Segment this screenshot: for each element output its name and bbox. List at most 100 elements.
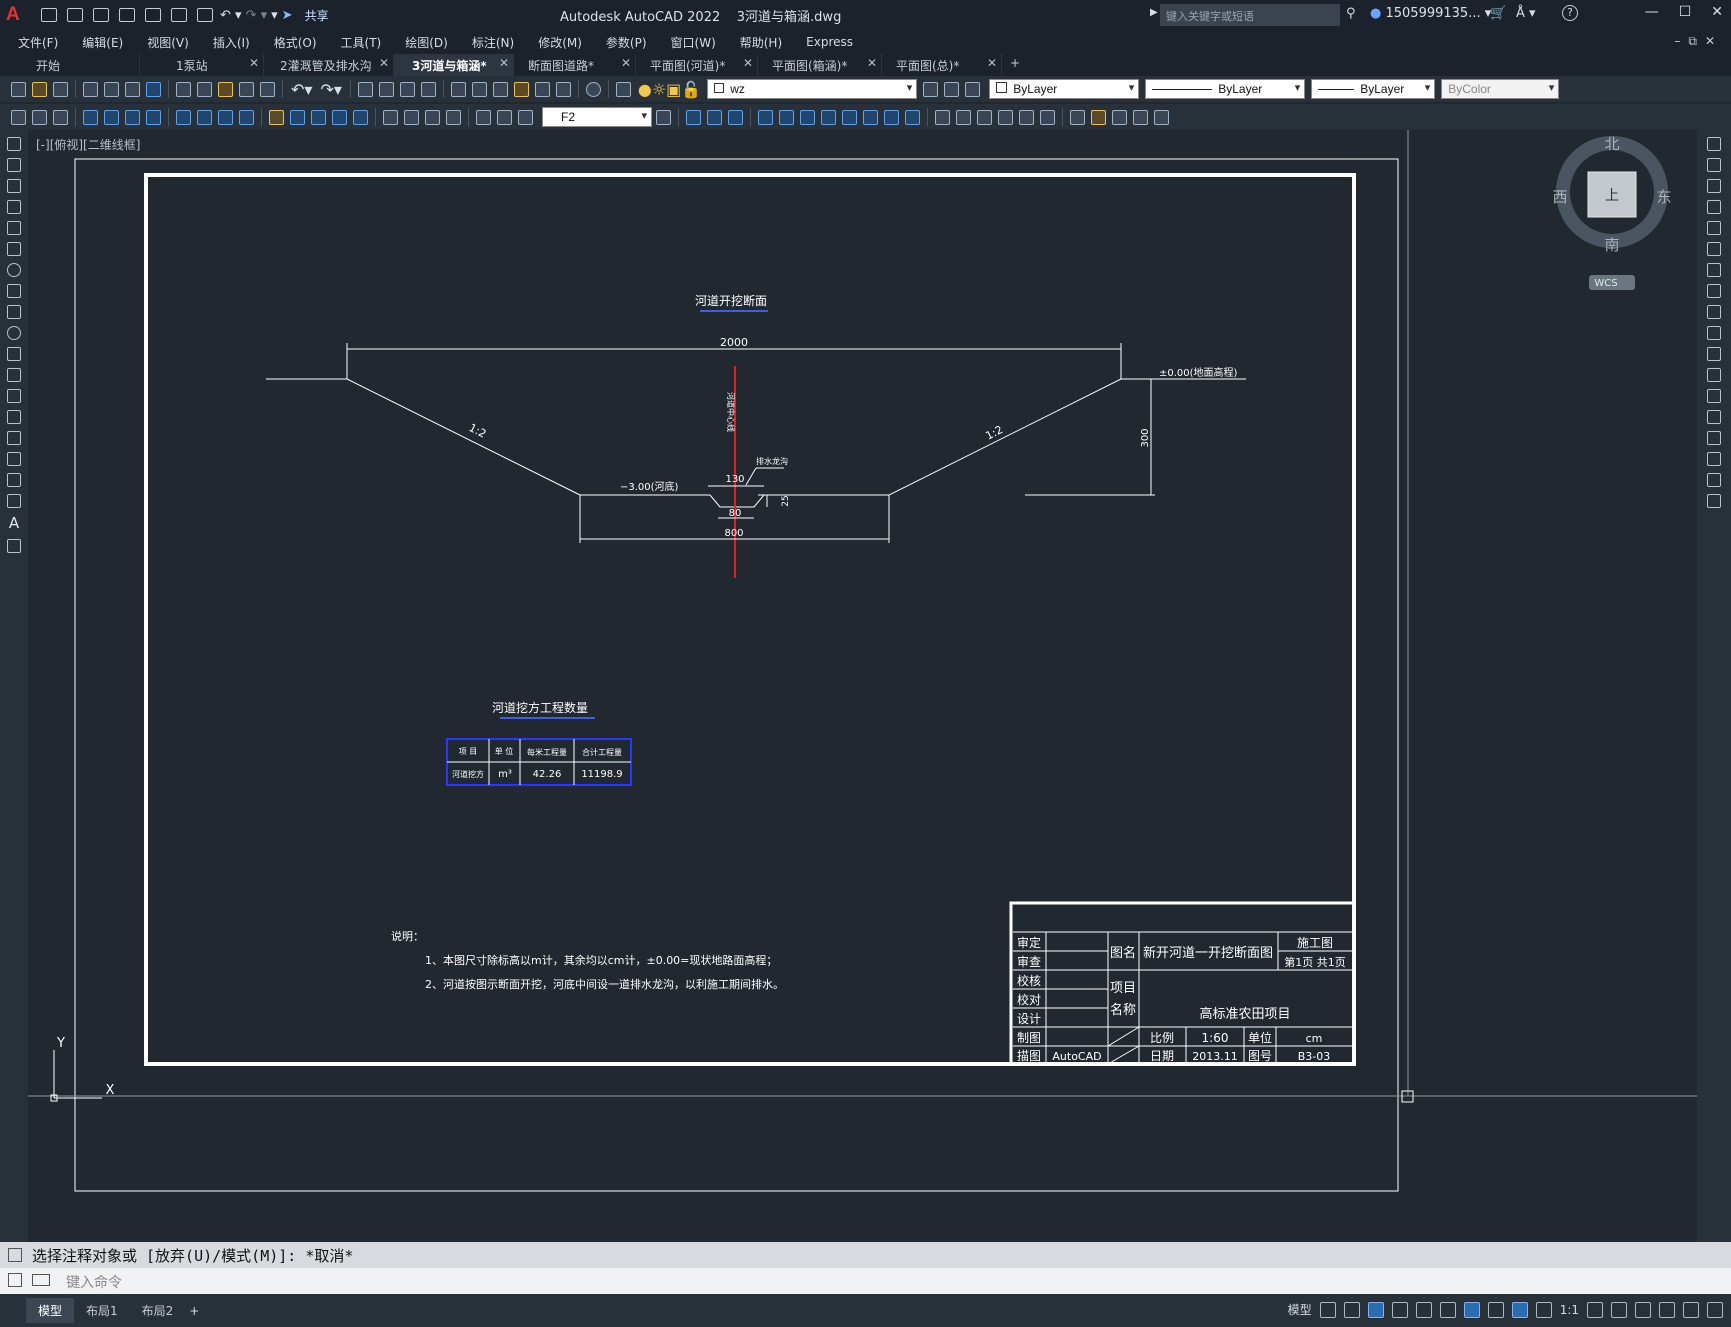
line-icon[interactable] — [7, 137, 21, 151]
zoom-window-icon[interactable] — [399, 81, 415, 97]
menu-dimension[interactable]: 标注(N) — [472, 34, 528, 51]
gradient-icon[interactable] — [7, 452, 21, 466]
compass-south[interactable]: 南 — [1604, 236, 1619, 254]
undo-icon[interactable]: ↶ ▾ — [220, 8, 242, 23]
construction-line-icon[interactable] — [7, 158, 21, 172]
close-tab-icon[interactable]: ✕ — [249, 56, 259, 70]
compass-west[interactable]: 西 — [1552, 188, 1567, 206]
object-snap-icon[interactable] — [1463, 1301, 1480, 1318]
scale-icon[interactable] — [884, 109, 899, 125]
redo-icon[interactable]: ↷ ▾ — [246, 8, 268, 23]
maximize-icon[interactable]: ☐ — [1679, 4, 1692, 20]
menu-tools[interactable]: 工具(T) — [341, 34, 396, 51]
publish-icon[interactable] — [125, 81, 140, 97]
sheet-set-icon[interactable] — [513, 81, 529, 97]
point-icon[interactable] — [7, 410, 21, 424]
workspace-save-icon[interactable] — [53, 109, 68, 125]
isodraft-icon[interactable] — [1415, 1301, 1432, 1318]
offset-icon[interactable] — [821, 109, 836, 125]
group-icon[interactable] — [1091, 109, 1106, 125]
revision-cloud-icon[interactable] — [7, 284, 21, 298]
ortho-icon[interactable] — [1367, 1301, 1384, 1318]
share-icon[interactable]: ➤ — [282, 8, 293, 23]
fillet-icon[interactable] — [1707, 452, 1721, 466]
move-icon[interactable] — [758, 109, 773, 125]
close-tab-icon[interactable]: ✕ — [621, 56, 631, 70]
search-input[interactable]: 键入关键字或短语 — [1160, 4, 1340, 26]
copy-object-icon[interactable] — [779, 109, 794, 125]
ucs-world-icon[interactable] — [707, 109, 722, 125]
chamfer-icon[interactable] — [1707, 431, 1721, 445]
tab-layout2[interactable]: 布局2 — [130, 1298, 186, 1323]
jogged-dim-icon[interactable] — [197, 109, 212, 125]
drawing-viewport[interactable]: [-][俯视][二维线框] 河道开挖断面 2000 ±0.00(地面高程) 1:… — [28, 130, 1697, 1242]
angular-dim-icon[interactable] — [239, 109, 254, 125]
workspace-gear-icon[interactable] — [1587, 1301, 1603, 1318]
make-current-icon[interactable] — [923, 81, 939, 97]
break-icon[interactable] — [977, 109, 992, 125]
dim-edit-icon[interactable] — [476, 109, 491, 125]
insert-block-icon[interactable] — [7, 368, 21, 382]
hardware-accel-icon[interactable] — [1635, 1301, 1651, 1318]
region-icon[interactable] — [7, 473, 21, 487]
continue-dim-icon[interactable] — [311, 109, 326, 125]
pan-icon[interactable] — [357, 81, 373, 97]
design-center-icon[interactable] — [471, 81, 487, 97]
paste-icon[interactable] — [218, 81, 233, 97]
center-mark-icon[interactable] — [404, 109, 419, 125]
redo-icon[interactable]: ↷▾ — [320, 80, 341, 99]
quick-calc-icon[interactable] — [555, 81, 571, 97]
wrench-icon[interactable] — [8, 1273, 22, 1287]
extend-icon[interactable] — [956, 109, 971, 125]
ellipse-arc-icon[interactable] — [7, 347, 21, 361]
polyline-icon[interactable] — [7, 179, 21, 193]
add-layout-icon[interactable]: + — [189, 1304, 199, 1318]
close-icon[interactable]: ✕ — [1711, 4, 1723, 20]
lineweight-icon[interactable] — [1487, 1301, 1504, 1318]
isolate-objects-icon[interactable] — [1659, 1301, 1675, 1318]
polygon-icon[interactable] — [7, 200, 21, 214]
menu-format[interactable]: 格式(O) — [274, 34, 331, 51]
save-as-icon[interactable] — [119, 8, 135, 22]
join-icon[interactable] — [1707, 410, 1721, 424]
wcs-label[interactable]: WCS — [1594, 278, 1617, 289]
close-tab-icon[interactable]: ✕ — [499, 56, 509, 70]
arc-length-icon[interactable] — [125, 109, 140, 125]
save-icon[interactable] — [93, 8, 109, 22]
undo-icon[interactable]: ↶▾ — [291, 80, 312, 99]
close-tab-icon[interactable]: ✕ — [379, 56, 389, 70]
jogged-linear-icon[interactable] — [446, 109, 461, 125]
ellipse-icon[interactable] — [7, 326, 21, 340]
inspection-icon[interactable] — [425, 109, 440, 125]
isolate-icon[interactable] — [1133, 109, 1148, 125]
new-icon[interactable] — [41, 8, 57, 22]
match-properties-icon[interactable] — [239, 81, 254, 97]
autocad-logo-icon[interactable]: A — [6, 5, 24, 24]
help-icon[interactable]: ? — [1562, 5, 1578, 21]
layer-state-icons[interactable]: ●☼▣🔓 — [638, 80, 701, 99]
3d-print-icon[interactable] — [146, 81, 161, 97]
text-style-dropdown[interactable]: F2 — [542, 107, 652, 127]
compass-east[interactable]: 东 — [1656, 188, 1671, 206]
annotation-visibility-icon[interactable] — [1511, 1301, 1528, 1318]
tab-river-culvert[interactable]: 3河道与箱涵* ✕ — [394, 54, 514, 76]
fillet-icon[interactable] — [1040, 109, 1055, 125]
hatch-icon[interactable] — [7, 431, 21, 445]
doc-window-controls[interactable]: –⧉✕ — [1674, 34, 1723, 49]
break-at-point-icon[interactable] — [1707, 368, 1721, 382]
tool-palettes-icon[interactable] — [492, 81, 508, 97]
tab-start[interactable]: 开始 — [0, 54, 140, 76]
menu-modify[interactable]: 修改(M) — [538, 34, 596, 51]
aligned-dim-icon[interactable] — [104, 109, 119, 125]
tolerance-icon[interactable] — [383, 109, 398, 125]
mirror-icon[interactable] — [800, 109, 815, 125]
save-web-icon[interactable] — [171, 8, 187, 22]
layer-properties-icon[interactable] — [615, 81, 631, 97]
plot-icon[interactable] — [197, 8, 213, 22]
customize-icon[interactable] — [1707, 1301, 1723, 1318]
dim-space-icon[interactable] — [332, 109, 347, 125]
markup-icon[interactable] — [534, 81, 550, 97]
auto-scale-icon[interactable] — [1535, 1301, 1552, 1318]
cut-icon[interactable] — [176, 81, 191, 97]
layer-dropdown[interactable]: wz — [707, 79, 918, 99]
